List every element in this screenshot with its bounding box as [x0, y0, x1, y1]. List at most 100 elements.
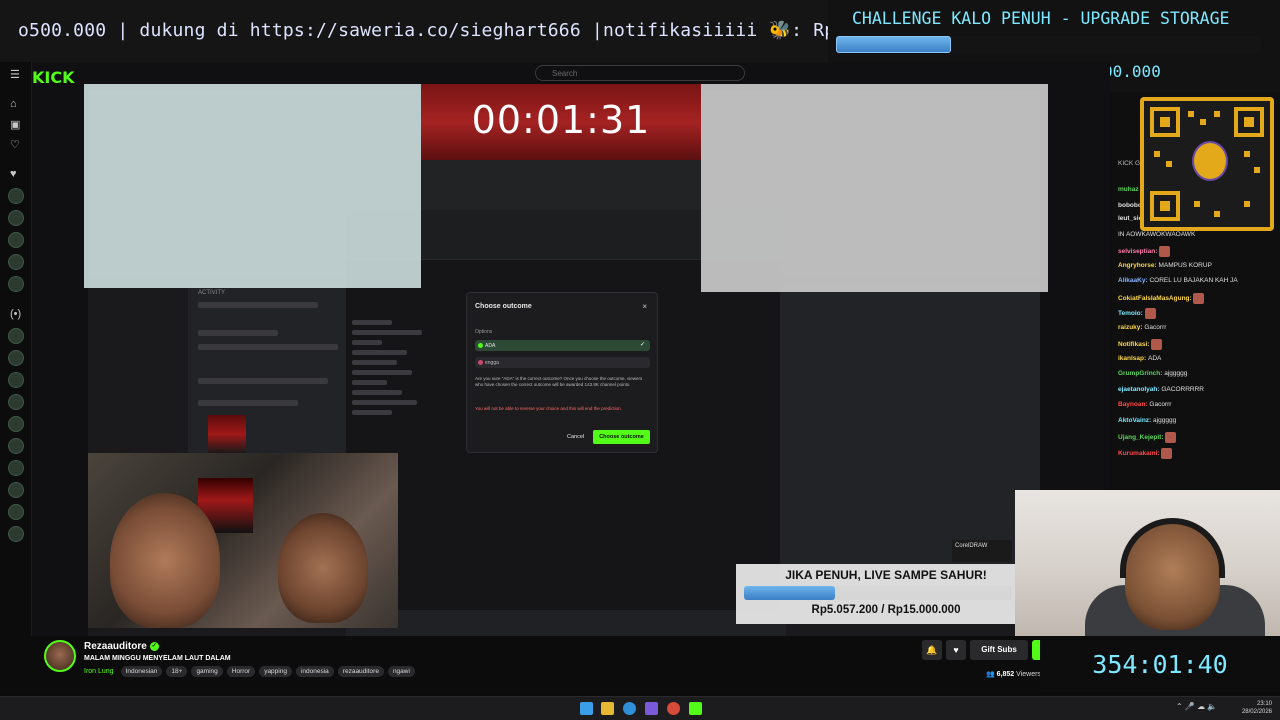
discord-icon[interactable]	[645, 702, 658, 715]
ticker-text: o500.000 | dukung di https://saweria.co/…	[18, 20, 828, 41]
streamer-name[interactable]: Rezaauditore ✓	[84, 641, 159, 652]
channel-avatar-icon[interactable]	[8, 254, 24, 270]
activity-line	[198, 378, 328, 384]
chat-message: raizuky: Gacorrr	[1118, 324, 1166, 331]
edge-browser-icon[interactable]	[623, 702, 636, 715]
channel-avatar-icon[interactable]	[8, 328, 24, 344]
channel-avatar-icon[interactable]	[8, 504, 24, 520]
donation-ticker: o500.000 | dukung di https://saweria.co/…	[0, 0, 828, 62]
chat-line	[352, 380, 387, 385]
timer-value: 00:01:31	[471, 98, 651, 142]
chat-username[interactable]: Temoio:	[1118, 310, 1145, 317]
chat-message: AktoVainz: ajggggg	[1118, 417, 1176, 424]
qr-dot	[1244, 201, 1250, 207]
channel-avatar-icon[interactable]	[8, 438, 24, 454]
channel-avatar-icon[interactable]	[8, 482, 24, 498]
viewers-label: Viewers	[1016, 671, 1041, 678]
tag[interactable]: gaming	[191, 666, 223, 677]
qr-dot	[1166, 161, 1172, 167]
tag[interactable]: rezaauditore	[337, 666, 384, 677]
browse-icon[interactable]: ▣	[10, 118, 20, 131]
chat-username[interactable]: Ujang_Kejepit:	[1118, 434, 1165, 441]
streamer-avatar[interactable]	[44, 640, 76, 672]
chat-username[interactable]: raizuky:	[1118, 324, 1144, 331]
tag[interactable]: yapping	[259, 666, 292, 677]
follow-heart-button[interactable]: ♥	[946, 640, 966, 660]
choose-outcome-button[interactable]: Choose outcome	[593, 430, 650, 444]
chat-username[interactable]: selviseptian:	[1118, 248, 1159, 255]
chat-line	[352, 360, 397, 365]
qr-dot	[1154, 151, 1160, 157]
clock-time: 23:10	[1256, 701, 1272, 707]
system-tray[interactable]: ⌃ 🎤 ☁ 🔈	[1176, 702, 1217, 711]
taskbar-clock[interactable]: 23:10 28/02/2026	[1238, 700, 1272, 716]
notification-bell-button[interactable]: 🔔	[922, 640, 942, 660]
viewers-icon: 👥	[986, 671, 995, 678]
tag[interactable]: 18+	[166, 666, 188, 677]
challenge-progress-bar	[836, 36, 1261, 53]
chat-username[interactable]: Baynoan:	[1118, 401, 1149, 408]
menu-icon[interactable]: ☰	[10, 68, 20, 81]
home-icon[interactable]: ⌂	[10, 98, 17, 110]
challenge-progress-fill	[836, 36, 951, 53]
chat-line	[352, 410, 392, 415]
tag[interactable]: indonesia	[295, 666, 334, 677]
start-icon[interactable]	[580, 702, 593, 715]
tag[interactable]: Indonesian	[120, 666, 163, 677]
channel-avatar-icon[interactable]	[8, 276, 24, 292]
chrome-icon[interactable]	[667, 702, 680, 715]
channel-avatar-icon[interactable]	[8, 416, 24, 432]
file-explorer-icon[interactable]	[601, 702, 614, 715]
following-icon[interactable]: ♡	[10, 138, 20, 151]
chat-message: selviseptian:	[1118, 246, 1171, 257]
channel-avatar-icon[interactable]	[8, 526, 24, 542]
qr-finder	[1150, 107, 1180, 137]
kick-logo[interactable]: KICK	[32, 68, 75, 87]
sahur-progress-fill	[744, 586, 836, 600]
qr-matrix	[1144, 101, 1270, 227]
chat-username[interactable]: AlikaaKy:	[1118, 277, 1149, 284]
chat-username[interactable]: muhaz	[1118, 186, 1140, 193]
favorites-icon[interactable]: ♥	[10, 168, 17, 180]
search-input[interactable]: Search	[535, 65, 745, 81]
chat-message: AlikaaKy: COREL LU BAJAKAN KAH JA	[1118, 277, 1238, 284]
game-link[interactable]: Iron Lung	[84, 668, 114, 675]
option-label: ADA	[485, 343, 496, 349]
clock-date: 28/02/2026	[1241, 709, 1272, 715]
chat-username[interactable]: ikanlsap:	[1118, 355, 1148, 362]
chat-username[interactable]: CokiatFalsIaMasAgung:	[1118, 295, 1193, 302]
qr-dot	[1214, 111, 1220, 117]
chat-text: Gacorrr	[1144, 323, 1167, 331]
sahur-title: JIKA PENUH, LIVE SAMPE SAHUR!	[785, 568, 987, 582]
chat-username[interactable]: Kurumakami:	[1118, 450, 1161, 457]
qr-dot	[1254, 167, 1260, 173]
tag[interactable]: Horror	[226, 666, 256, 677]
stream-tags: Iron Lung Indonesian 18+ gaming Horror y…	[84, 666, 415, 677]
channel-avatar-icon[interactable]	[8, 210, 24, 226]
chat-username[interactable]: Notifikasi:	[1118, 341, 1151, 348]
gift-subs-button[interactable]: Gift Subs	[970, 640, 1028, 660]
close-icon[interactable]: ×	[642, 302, 647, 311]
cancel-button[interactable]: Cancel	[567, 434, 584, 440]
sahur-goal-widget: JIKA PENUH, LIVE SAMPE SAHUR! Rp5.057.20…	[736, 564, 1016, 624]
chat-username[interactable]: AktoVainz:	[1118, 417, 1153, 424]
channel-avatar-icon[interactable]	[8, 188, 24, 204]
uptime-counter: 354:01:40	[1040, 640, 1280, 692]
channel-avatar-icon[interactable]	[8, 232, 24, 248]
chat-username[interactable]: ejaetanolyah:	[1118, 386, 1161, 393]
qr-finder	[1150, 191, 1180, 221]
chat-message: Baynoan: Gacorrr	[1118, 401, 1171, 408]
bee-mascot-icon	[1192, 141, 1228, 181]
option-engga[interactable]: engga	[475, 357, 650, 368]
channel-avatar-icon[interactable]	[8, 394, 24, 410]
channel-avatar-icon[interactable]	[8, 350, 24, 366]
chat-username[interactable]: GrumpGrinch:	[1118, 370, 1164, 377]
channel-avatar-icon[interactable]	[8, 460, 24, 476]
option-ada[interactable]: ADA ✓	[475, 340, 650, 351]
channel-avatar-icon[interactable]	[8, 372, 24, 388]
kick-app-icon[interactable]	[689, 702, 702, 715]
captured-taskbar	[346, 610, 786, 636]
chat-username[interactable]: Angryhorse:	[1118, 262, 1158, 269]
chat-message: Temoio:	[1118, 308, 1156, 319]
tag[interactable]: ngawi	[387, 666, 415, 677]
